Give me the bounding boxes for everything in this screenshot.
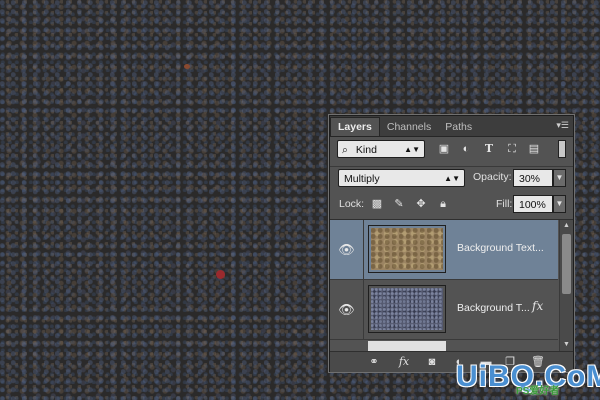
red-pebble xyxy=(216,270,225,279)
blend-mode-select[interactable]: Multiply ▲▼ xyxy=(338,169,465,187)
eye-icon[interactable]: 👁︎ xyxy=(330,220,364,279)
opacity-label: Opacity: xyxy=(473,171,512,183)
fill-input[interactable]: 100% xyxy=(513,195,553,213)
lock-all-icon[interactable]: 🔒︎ xyxy=(436,197,450,211)
smart-object-filter-icon[interactable]: ▤ xyxy=(526,141,542,157)
watermark-subtext: PS爱好者 xyxy=(516,386,560,397)
filter-row: ⌕ Kind ▲▼ ▣ ◐ T ⛶ ▤ xyxy=(330,138,573,164)
scroll-up-icon[interactable]: ▲ xyxy=(560,220,573,232)
blend-mode-value: Multiply xyxy=(344,173,380,185)
filter-toggle-switch[interactable] xyxy=(558,140,566,158)
brown-pebble xyxy=(184,64,190,69)
search-icon: ⌕ xyxy=(342,144,348,156)
opacity-dropdown-icon[interactable]: ▼ xyxy=(553,169,566,187)
scroll-down-icon[interactable]: ▼ xyxy=(560,339,573,351)
layer-name: Background T... xyxy=(457,302,530,314)
kind-filter-select[interactable]: ⌕ Kind ▲▼ xyxy=(337,140,425,158)
lock-transparent-icon[interactable]: ▩ xyxy=(370,197,384,211)
link-layers-icon[interactable]: ⚭ xyxy=(366,354,382,370)
kind-label: Kind xyxy=(355,144,377,156)
layer-thumbnail xyxy=(368,285,446,333)
opacity-input[interactable]: 30% xyxy=(513,169,553,187)
add-mask-icon[interactable]: ◙ xyxy=(424,354,440,370)
chevron-updown-icon: ▲▼ xyxy=(444,174,460,183)
fill-label: Fill: xyxy=(496,198,513,210)
site-watermark: UiBQ.CoM PS爱好者 xyxy=(456,360,600,398)
add-style-icon[interactable]: fx xyxy=(396,354,412,370)
layer-thumbnail xyxy=(368,225,446,273)
layers-panel: Layers Channels Paths ▾☰ ⌕ Kind ▲▼ ▣ ◐ T… xyxy=(329,115,574,372)
layer-row[interactable]: 👁︎ Background T... fx xyxy=(330,280,558,340)
blend-row: Multiply ▲▼ Opacity: 30% ▼ xyxy=(330,167,573,191)
adjustment-filter-icon[interactable]: ◐ xyxy=(458,141,474,157)
tab-layers[interactable]: Layers xyxy=(330,117,380,136)
scroll-thumb[interactable] xyxy=(562,234,571,294)
layer-row[interactable]: 👁︎ Background Text... xyxy=(330,220,558,280)
lock-label: Lock: xyxy=(339,198,365,210)
pixel-filter-icon[interactable]: ▣ xyxy=(436,141,452,157)
layer-name: Background Text... xyxy=(457,242,544,254)
tab-channels[interactable]: Channels xyxy=(380,118,438,136)
shape-filter-icon[interactable]: ⛶ xyxy=(504,141,520,157)
fill-dropdown-icon[interactable]: ▼ xyxy=(553,195,566,213)
tab-paths[interactable]: Paths xyxy=(438,118,479,136)
layers-list: 👁︎ Background Text... 👁︎ Background T...… xyxy=(330,219,573,351)
lock-row: Lock: ▩ ✎ ✥ 🔒︎ Fill: 100% ▼ xyxy=(330,193,573,217)
lock-position-icon[interactable]: ✥ xyxy=(414,197,428,211)
chevron-updown-icon: ▲▼ xyxy=(404,145,420,154)
layer-effects-icon[interactable]: fx xyxy=(532,299,543,313)
panel-tab-bar: Layers Channels Paths ▾☰ xyxy=(330,116,573,137)
lock-pixels-icon[interactable]: ✎ xyxy=(392,197,406,211)
eye-icon[interactable]: 👁︎ xyxy=(330,280,364,339)
partial-layer-thumbnail xyxy=(368,341,446,351)
panel-menu-icon[interactable]: ▾☰ xyxy=(555,120,569,131)
layers-scrollbar[interactable]: ▲ ▼ xyxy=(559,220,573,351)
type-filter-icon[interactable]: T xyxy=(481,141,497,157)
